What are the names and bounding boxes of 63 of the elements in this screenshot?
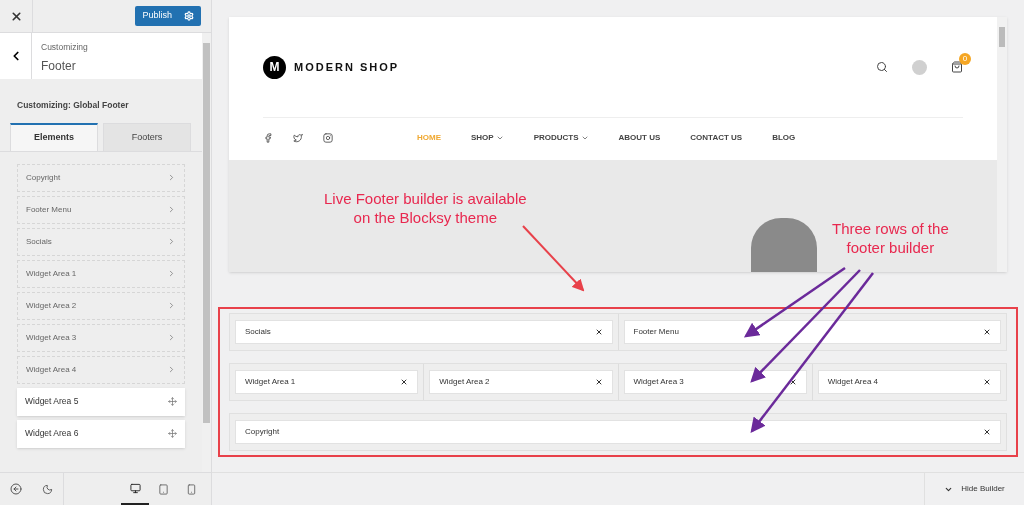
element-item[interactable]: Footer Menu: [17, 195, 185, 224]
collapse-icon: [10, 483, 22, 495]
cart-count: 0: [959, 53, 971, 65]
element-item[interactable]: Widget Area 4: [17, 355, 185, 384]
annotation-text: Live Footer builder is available on the Blocksy theme: [324, 190, 527, 226]
element-item[interactable]: Socials: [17, 227, 185, 256]
chevron-icon: [167, 237, 176, 247]
site-name: MODERN SHOP: [294, 59, 400, 75]
panel-tab[interactable]: Elements: [10, 122, 98, 151]
element-item[interactable]: Widget Area 5: [17, 387, 185, 416]
chevron-icon: [167, 365, 176, 375]
publish-button[interactable]: Publish: [135, 6, 201, 26]
builder-item[interactable]: Copyright: [235, 420, 1001, 444]
chevron-icon: [167, 333, 176, 343]
builder-item[interactable]: Widget Area 1: [235, 370, 419, 394]
element-item[interactable]: Widget Area 2: [17, 291, 185, 320]
twitter-icon[interactable]: [293, 132, 303, 143]
builder-item[interactable]: Widget Area 2: [429, 370, 613, 394]
remove-icon: [400, 378, 409, 386]
instagram-icon[interactable]: [323, 132, 333, 143]
tablet-icon: [157, 483, 169, 495]
nav-link[interactable]: SHOP: [471, 131, 504, 144]
cart-icon[interactable]: [951, 61, 963, 73]
section-overline: Customizing: [41, 41, 88, 54]
nav-link[interactable]: CONTACT US: [690, 131, 743, 144]
builder-item[interactable]: Widget Area 3: [623, 370, 807, 394]
nav-link[interactable]: BLOG: [772, 131, 796, 144]
close-icon: [9, 9, 23, 23]
move-icon: [168, 397, 177, 407]
remove-icon: [983, 428, 991, 436]
search-icon[interactable]: [876, 61, 888, 73]
section-title: Footer: [41, 57, 77, 75]
photo-placeholder: [751, 218, 817, 272]
annotation-text: Three rows of the footer builder: [832, 220, 949, 256]
settings-icon: [184, 11, 194, 21]
moon-icon: [42, 483, 53, 495]
nav-link[interactable]: ABOUT US: [618, 131, 661, 144]
chevron-icon: [167, 205, 176, 215]
element-item[interactable]: Widget Area 6: [17, 419, 185, 448]
remove-icon: [788, 378, 797, 386]
mobile-icon: [185, 483, 197, 495]
move-icon: [168, 429, 177, 439]
chevron-icon: [167, 301, 176, 311]
hide-builder-button[interactable]: Hide Builder: [924, 473, 1024, 505]
nav-link[interactable]: PRODUCTS: [533, 131, 589, 144]
chevron-icon: [167, 173, 176, 183]
preview-scrollbar[interactable]: [997, 17, 1007, 272]
chevron-icon: [167, 269, 176, 279]
annotation-arrow: [522, 225, 585, 292]
panel-tab[interactable]: Footers: [103, 122, 191, 151]
logo-mark: M: [263, 55, 286, 79]
builder-item[interactable]: Footer Menu: [623, 320, 1001, 344]
remove-icon: [594, 378, 603, 386]
element-item[interactable]: Widget Area 3: [17, 323, 185, 352]
element-item[interactable]: Copyright: [17, 163, 185, 192]
remove-icon: [983, 378, 991, 386]
element-item[interactable]: Widget Area 1: [17, 259, 185, 288]
panel-title: Customizing: Global Footer: [16, 99, 130, 112]
remove-icon: [983, 328, 991, 336]
builder-item[interactable]: Widget Area 4: [817, 370, 1001, 394]
remove-icon: [594, 328, 603, 336]
desktop-icon: [129, 482, 141, 494]
builder-item[interactable]: Socials: [235, 320, 613, 344]
